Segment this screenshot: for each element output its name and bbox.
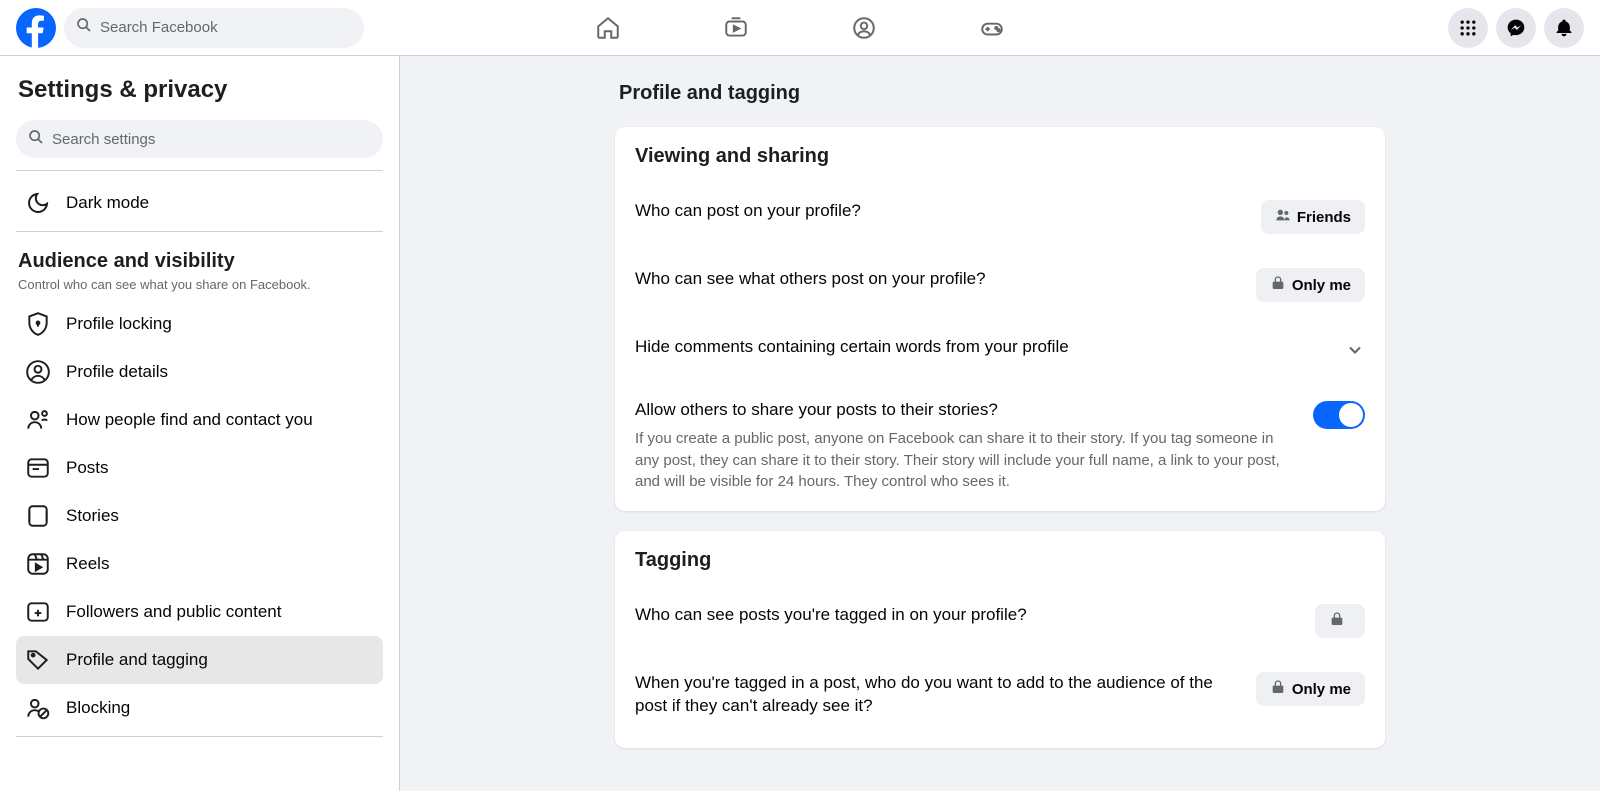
blocking-icon: [24, 694, 52, 722]
sidebar-item-stories[interactable]: Stories: [16, 492, 383, 540]
lock-icon: [1270, 679, 1286, 699]
setting-label: Who can see what others post on your pro…: [635, 268, 994, 291]
friends-icon: [1275, 207, 1291, 227]
sidebar-item-label: Posts: [66, 458, 109, 478]
profile-icon: [24, 358, 52, 386]
lock-icon: [1270, 275, 1286, 295]
setting-who-can-see-others[interactable]: Who can see what others post on your pro…: [635, 246, 1365, 314]
page-title: Profile and tagging: [619, 82, 1385, 105]
search-icon: [76, 17, 92, 38]
nav-home[interactable]: [548, 0, 668, 55]
settings-search-input[interactable]: [44, 131, 371, 148]
sidebar-title: Settings & privacy: [16, 76, 383, 104]
setting-tagged-audience-add[interactable]: When you're tagged in a post, who do you…: [635, 650, 1365, 730]
audience-value: Only me: [1292, 277, 1351, 294]
shield-lock-icon: [24, 310, 52, 338]
sidebar-item-dark-mode[interactable]: Dark mode: [16, 179, 383, 227]
setting-label: Who can post on your profile?: [635, 200, 869, 223]
sidebar-item-how-people-find[interactable]: How people find and contact you: [16, 396, 383, 444]
stories-icon: [24, 502, 52, 530]
setting-label: Allow others to share your posts to thei…: [635, 399, 1297, 422]
sidebar-item-label: Profile details: [66, 362, 168, 382]
setting-label: When you're tagged in a post, who do you…: [635, 672, 1240, 718]
sidebar-item-profile-locking[interactable]: Profile locking: [16, 300, 383, 348]
sidebar-item-posts[interactable]: Posts: [16, 444, 383, 492]
notifications-button[interactable]: [1544, 8, 1584, 48]
audience-selector[interactable]: Only me: [1256, 672, 1365, 706]
moon-icon: [24, 189, 52, 217]
audience-selector[interactable]: [1315, 604, 1365, 638]
divider: [16, 736, 383, 737]
setting-who-can-post[interactable]: Who can post on your profile? Friends: [635, 178, 1365, 246]
nav-groups[interactable]: [804, 0, 924, 55]
sidebar-item-blocking[interactable]: Blocking: [16, 684, 383, 732]
top-header: [0, 0, 1600, 56]
sidebar-section-audience: Audience and visibility Control who can …: [16, 250, 383, 292]
sidebar-item-label: Profile and tagging: [66, 650, 208, 670]
facebook-logo[interactable]: [16, 8, 56, 48]
sidebar-item-label: Dark mode: [66, 193, 149, 213]
section-subtitle: Control who can see what you share on Fa…: [18, 277, 381, 292]
nav-video[interactable]: [676, 0, 796, 55]
setting-who-sees-tagged[interactable]: Who can see posts you're tagged in on yo…: [635, 582, 1365, 650]
card-title: Tagging: [635, 549, 1365, 572]
setting-description: If you create a public post, anyone on F…: [635, 428, 1297, 493]
sidebar-item-profile-tagging[interactable]: Profile and tagging: [16, 636, 383, 684]
nav-gaming[interactable]: [932, 0, 1052, 55]
audience-selector[interactable]: Friends: [1261, 200, 1365, 234]
sidebar-item-followers[interactable]: Followers and public content: [16, 588, 383, 636]
sidebar-item-label: Blocking: [66, 698, 130, 718]
audience-value: Friends: [1297, 209, 1351, 226]
chevron-down-icon: [1345, 340, 1365, 365]
main-content: Profile and tagging Viewing and sharing …: [400, 56, 1600, 791]
global-search-input[interactable]: [92, 19, 352, 36]
setting-label: Hide comments containing certain words f…: [635, 336, 1077, 359]
sidebar-item-label: Profile locking: [66, 314, 172, 334]
sidebar-item-label: How people find and contact you: [66, 410, 313, 430]
setting-hide-comments[interactable]: Hide comments containing certain words f…: [635, 314, 1365, 377]
contact-icon: [24, 406, 52, 434]
posts-icon: [24, 454, 52, 482]
sidebar-item-label: Followers and public content: [66, 602, 281, 622]
header-right: [1448, 8, 1584, 48]
followers-icon: [24, 598, 52, 626]
audience-selector[interactable]: Only me: [1256, 268, 1365, 302]
top-nav: [548, 0, 1052, 55]
lock-icon: [1329, 611, 1345, 631]
sidebar-item-label: Stories: [66, 506, 119, 526]
card-title: Viewing and sharing: [635, 145, 1365, 168]
tag-icon: [24, 646, 52, 674]
card-viewing-sharing: Viewing and sharing Who can post on your…: [615, 127, 1385, 511]
divider: [16, 170, 383, 171]
menu-apps-button[interactable]: [1448, 8, 1488, 48]
settings-sidebar: Settings & privacy Dark mode Audience an…: [0, 56, 400, 791]
section-title: Audience and visibility: [18, 250, 381, 273]
card-tagging: Tagging Who can see posts you're tagged …: [615, 531, 1385, 748]
sidebar-item-reels[interactable]: Reels: [16, 540, 383, 588]
setting-label: Who can see posts you're tagged in on yo…: [635, 604, 1035, 627]
audience-value: Only me: [1292, 681, 1351, 698]
global-search[interactable]: [64, 8, 364, 48]
messenger-button[interactable]: [1496, 8, 1536, 48]
sidebar-item-label: Reels: [66, 554, 109, 574]
settings-search[interactable]: [16, 120, 383, 158]
setting-allow-share-stories: Allow others to share your posts to thei…: [635, 377, 1365, 493]
divider: [16, 231, 383, 232]
reels-icon: [24, 550, 52, 578]
sidebar-item-profile-details[interactable]: Profile details: [16, 348, 383, 396]
toggle-knob: [1339, 403, 1363, 427]
search-icon: [28, 129, 44, 150]
toggle-share-stories[interactable]: [1313, 401, 1365, 429]
